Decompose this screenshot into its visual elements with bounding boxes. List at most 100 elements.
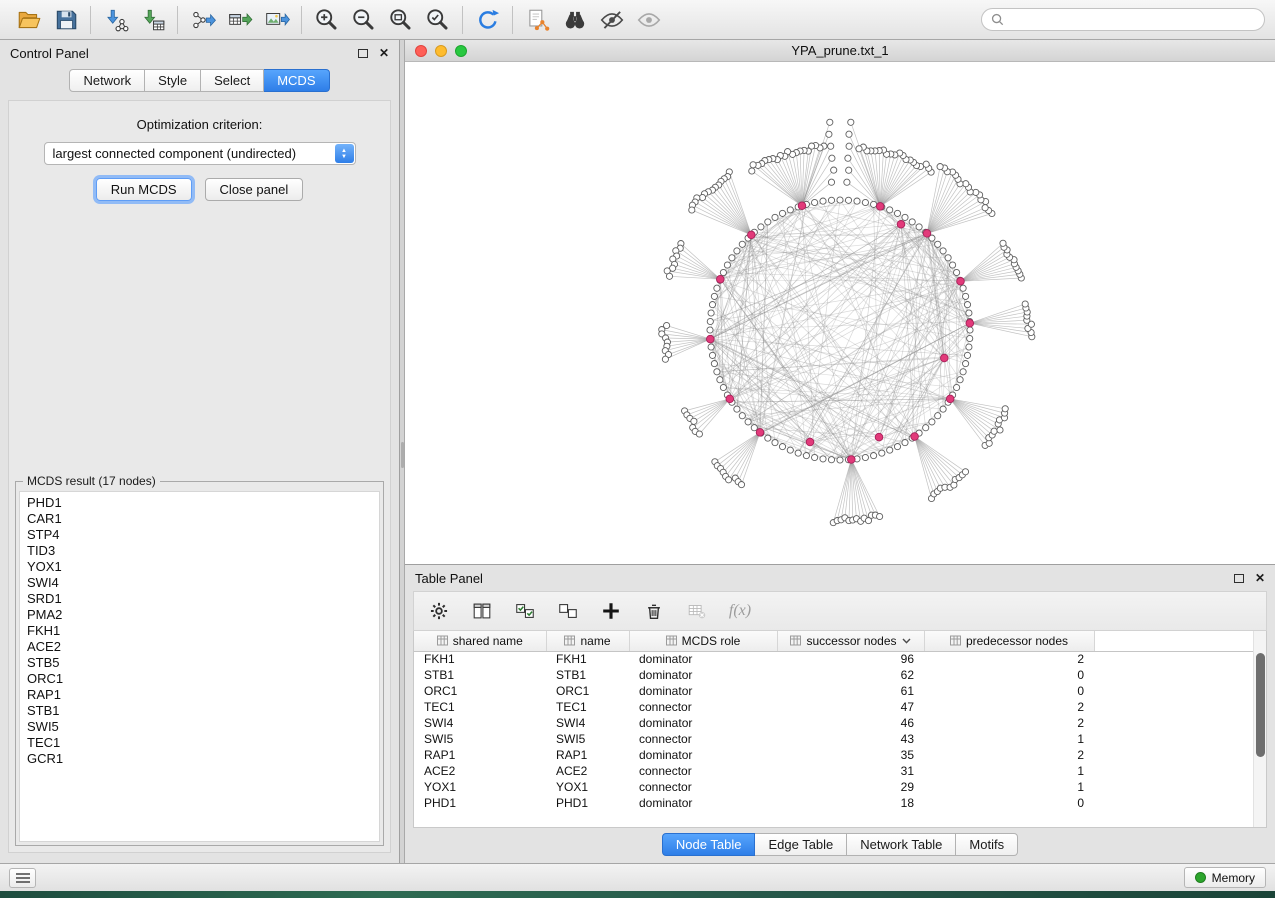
network-node[interactable] (720, 384, 726, 390)
network-node[interactable] (954, 384, 960, 390)
mcds-result-item[interactable]: STB1 (27, 703, 372, 719)
share-document-button[interactable] (519, 4, 556, 36)
table-scrollbar[interactable] (1253, 631, 1266, 827)
network-node[interactable] (887, 207, 893, 213)
function-builder-button[interactable]: f(x) (725, 596, 755, 626)
mcds-result-item[interactable]: GCR1 (27, 751, 372, 767)
network-graph[interactable] (405, 62, 1275, 564)
network-node[interactable] (837, 457, 843, 463)
table-row[interactable]: STB1STB1dominator620 (414, 667, 1253, 683)
zoom-out-button[interactable] (345, 4, 382, 36)
network-node[interactable] (812, 199, 818, 205)
network-node[interactable] (707, 327, 713, 333)
zoom-in-button[interactable] (308, 4, 345, 36)
network-canvas[interactable] (405, 62, 1275, 564)
network-node[interactable] (862, 199, 868, 205)
network-node[interactable] (982, 205, 988, 211)
network-node[interactable] (877, 513, 883, 519)
mcds-hub-node[interactable] (707, 335, 715, 343)
network-node[interactable] (689, 207, 695, 213)
network-node[interactable] (772, 440, 778, 446)
network-node[interactable] (739, 413, 745, 419)
network-node[interactable] (787, 207, 793, 213)
network-node[interactable] (828, 197, 834, 203)
network-node[interactable] (871, 453, 877, 459)
open-file-button[interactable] (10, 4, 47, 36)
mcds-hub-node[interactable] (923, 230, 931, 238)
network-node[interactable] (935, 241, 941, 247)
network-node[interactable] (724, 262, 730, 268)
mcds-hub-node[interactable] (957, 278, 965, 286)
network-node[interactable] (717, 377, 723, 383)
network-node[interactable] (846, 131, 852, 137)
network-node[interactable] (997, 427, 1003, 433)
network-node[interactable] (714, 369, 720, 375)
table-row[interactable]: ACE2ACE2connector311 (414, 763, 1253, 779)
network-node[interactable] (709, 302, 715, 308)
network-node[interactable] (991, 428, 997, 434)
mcds-result-item[interactable]: SRD1 (27, 591, 372, 607)
network-node[interactable] (751, 425, 757, 431)
mcds-hub-node[interactable] (717, 275, 725, 283)
table-row[interactable]: RAP1RAP1dominator352 (414, 747, 1253, 763)
table-tab-edge-table[interactable]: Edge Table (755, 833, 847, 856)
network-node[interactable] (964, 302, 970, 308)
run-mcds-button[interactable]: Run MCDS (96, 178, 192, 201)
network-node[interactable] (787, 447, 793, 453)
network-node[interactable] (709, 352, 715, 358)
toggle-panels-button[interactable] (9, 868, 36, 888)
mcds-result-item[interactable]: TEC1 (27, 735, 372, 751)
close-panel-button[interactable]: Close panel (205, 178, 304, 201)
delete-columns-button[interactable] (639, 596, 669, 626)
network-node[interactable] (1022, 301, 1028, 307)
network-node[interactable] (967, 335, 973, 341)
network-node[interactable] (950, 262, 956, 268)
float-panel-icon[interactable] (358, 49, 368, 58)
column-header-predecessor-nodes[interactable]: predecessor nodes (924, 631, 1094, 651)
network-node[interactable] (879, 450, 885, 456)
column-header-shared-name[interactable]: shared name (414, 631, 546, 651)
import-table-button[interactable] (134, 4, 171, 36)
splitter-handle-icon[interactable] (401, 442, 404, 468)
table-settings-button[interactable] (424, 596, 454, 626)
import-network-button[interactable] (97, 4, 134, 36)
search-box[interactable] (981, 8, 1265, 31)
select-all-rows-button[interactable] (510, 596, 540, 626)
network-node[interactable] (887, 447, 893, 453)
network-node[interactable] (846, 143, 852, 149)
window-minimize-icon[interactable] (435, 45, 447, 57)
network-node[interactable] (827, 119, 833, 125)
show-columns-button[interactable] (467, 596, 497, 626)
network-node[interactable] (967, 327, 973, 333)
network-node[interactable] (960, 285, 966, 291)
mcds-hub-node[interactable] (946, 395, 954, 403)
zoom-selected-button[interactable] (419, 4, 456, 36)
network-node[interactable] (966, 344, 972, 350)
network-node[interactable] (831, 167, 837, 173)
create-column-button[interactable] (596, 596, 626, 626)
mcds-result-item[interactable]: SWI5 (27, 719, 372, 735)
network-node[interactable] (820, 198, 826, 204)
network-node[interactable] (963, 293, 969, 299)
window-close-icon[interactable] (415, 45, 427, 57)
table-row[interactable]: PHD1PHD1dominator180 (414, 795, 1253, 811)
network-node[interactable] (765, 219, 771, 225)
mcds-hub-node[interactable] (756, 429, 764, 437)
network-node[interactable] (772, 214, 778, 220)
network-node[interactable] (844, 179, 850, 185)
mcds-hub-node[interactable] (875, 433, 883, 441)
network-node[interactable] (739, 241, 745, 247)
network-node[interactable] (963, 361, 969, 367)
network-node[interactable] (902, 440, 908, 446)
network-node[interactable] (856, 146, 862, 152)
network-node[interactable] (960, 369, 966, 375)
network-node[interactable] (758, 224, 764, 230)
mcds-result-item[interactable]: STB5 (27, 655, 372, 671)
network-node[interactable] (962, 469, 968, 475)
export-network-button[interactable] (184, 4, 221, 36)
mcds-result-item[interactable]: SWI4 (27, 575, 372, 591)
network-node[interactable] (779, 210, 785, 216)
table-tab-network-table[interactable]: Network Table (847, 833, 956, 856)
mcds-hub-node[interactable] (911, 433, 919, 441)
network-node[interactable] (871, 201, 877, 207)
